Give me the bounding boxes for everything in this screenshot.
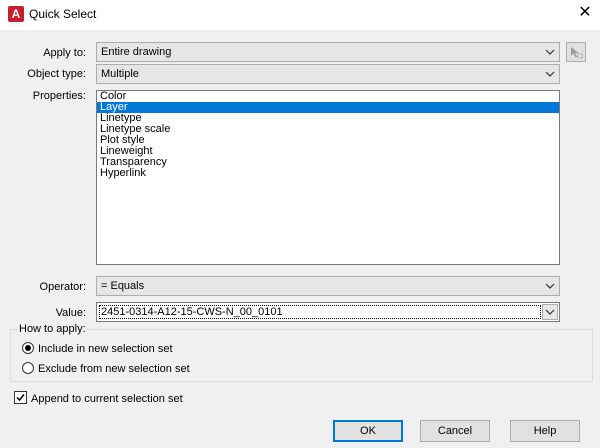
help-button[interactable]: Help <box>510 420 580 442</box>
list-item-layer[interactable]: Layer <box>97 102 559 113</box>
append-checkbox[interactable] <box>14 391 27 404</box>
close-button[interactable]: ✕ <box>574 2 596 24</box>
object-type-dropdown[interactable]: Multiple <box>96 64 560 84</box>
window-title: Quick Select <box>29 7 97 21</box>
cancel-button[interactable]: Cancel <box>420 420 490 442</box>
append-checkbox-label: Append to current selection set <box>31 393 183 405</box>
checkmark-icon <box>16 394 25 402</box>
list-item-linetype-scale[interactable]: Linetype scale <box>97 124 559 135</box>
autocad-logo-icon: A <box>8 6 24 22</box>
operator-value: = Equals <box>101 280 145 292</box>
exclude-radio[interactable] <box>22 362 34 374</box>
object-type-label: Object type: <box>27 68 86 80</box>
apply-to-label: Apply to: <box>43 47 86 59</box>
append-checkbox-option[interactable]: Append to current selection set <box>14 391 183 406</box>
value-label: Value: <box>55 307 86 319</box>
list-item-transparency[interactable]: Transparency <box>97 157 559 168</box>
exclude-radio-option[interactable]: Exclude from new selection set <box>22 362 190 376</box>
object-type-value: Multiple <box>101 68 139 80</box>
exclude-radio-label: Exclude from new selection set <box>38 363 190 375</box>
ok-button[interactable]: OK <box>333 420 403 442</box>
chevron-down-icon <box>545 71 555 77</box>
how-to-apply-label: How to apply: <box>18 323 87 335</box>
list-item-color[interactable]: Color <box>97 91 559 102</box>
apply-to-dropdown[interactable]: Entire drawing <box>96 42 560 62</box>
select-objects-button[interactable] <box>566 42 586 62</box>
properties-listbox[interactable]: Color Layer Linetype Linetype scale Plot… <box>96 90 560 265</box>
chevron-down-icon <box>545 49 555 55</box>
chevron-down-icon <box>545 283 555 289</box>
value-combobox[interactable]: 2451-0314-A12-15-CWS-N_00_0101 <box>96 302 560 322</box>
operator-dropdown[interactable]: = Equals <box>96 276 560 296</box>
include-radio-label: Include in new selection set <box>38 343 173 355</box>
include-radio[interactable] <box>22 342 34 354</box>
chevron-down-icon <box>545 309 555 315</box>
list-item-hyperlink[interactable]: Hyperlink <box>97 168 559 179</box>
apply-to-value: Entire drawing <box>101 46 172 58</box>
list-item-plot-style[interactable]: Plot style <box>97 135 559 146</box>
value-dropdown-button[interactable] <box>542 304 558 320</box>
value-input[interactable]: 2451-0314-A12-15-CWS-N_00_0101 <box>99 305 541 319</box>
operator-label: Operator: <box>39 281 86 293</box>
include-radio-option[interactable]: Include in new selection set <box>22 342 173 356</box>
properties-label: Properties: <box>32 90 86 102</box>
select-objects-icon <box>571 47 583 59</box>
title-bar: A Quick Select ✕ <box>0 0 600 30</box>
